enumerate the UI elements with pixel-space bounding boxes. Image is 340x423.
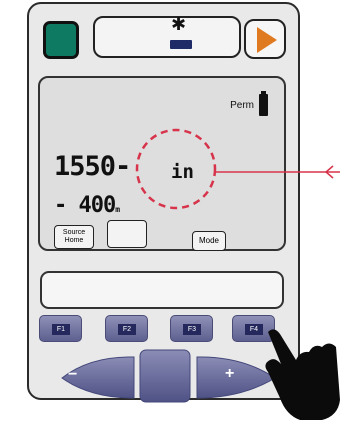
- center-button[interactable]: [139, 349, 191, 403]
- nav-pad: [61, 128, 340, 420]
- minus-label: −: [68, 366, 78, 383]
- plus-button[interactable]: [196, 356, 276, 399]
- plus-label: +: [225, 365, 235, 382]
- highlight-circle: [135, 128, 217, 210]
- pointing-hand-icon: [265, 329, 340, 420]
